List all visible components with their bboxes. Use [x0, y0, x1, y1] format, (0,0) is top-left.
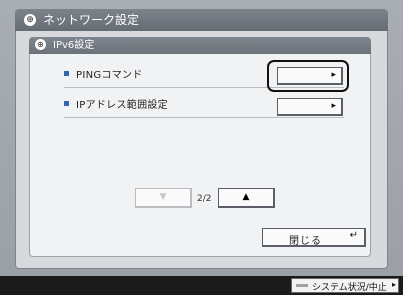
chevron-right-icon: ▸ — [391, 280, 396, 289]
bottom-bar: システム状況/中止 ▸ — [0, 276, 403, 295]
page-indicator: 2/2 — [197, 194, 212, 204]
bullet-icon — [64, 71, 69, 76]
close-button[interactable]: 閉じる ↵ — [262, 228, 366, 247]
ping-command-button[interactable]: ▸ — [277, 67, 343, 85]
system-status-button[interactable]: システム状況/中止 ▸ — [291, 278, 399, 293]
network-icon: ⊕ — [35, 39, 46, 50]
item-label: IPアドレス範囲設定 — [76, 100, 168, 111]
outer-title-bar: ⊕ ネットワーク設定 — [15, 9, 388, 31]
enter-icon: ↵ — [349, 230, 358, 241]
item-label: PINGコマンド — [76, 70, 143, 81]
page-down-button[interactable]: ▼ — [135, 188, 192, 208]
status-indicator-icon — [296, 284, 308, 287]
chevron-right-icon: ▸ — [331, 70, 336, 80]
row-divider — [64, 117, 344, 118]
bullet-icon — [64, 101, 69, 106]
triangle-down-icon: ▼ — [159, 192, 167, 202]
ip-range-button[interactable]: ▸ — [277, 98, 343, 116]
outer-title: ネットワーク設定 — [43, 13, 140, 27]
inner-title: IPv6設定 — [53, 40, 95, 51]
page-up-button[interactable]: ▲ — [218, 188, 275, 208]
chevron-right-icon: ▸ — [331, 101, 336, 111]
close-label: 閉じる — [289, 236, 322, 247]
status-label: システム状況/中止 — [312, 283, 387, 293]
triangle-up-icon: ▲ — [242, 192, 250, 202]
inner-title-bar: ⊕ IPv6設定 — [29, 37, 371, 54]
network-icon: ⊕ — [24, 14, 36, 26]
